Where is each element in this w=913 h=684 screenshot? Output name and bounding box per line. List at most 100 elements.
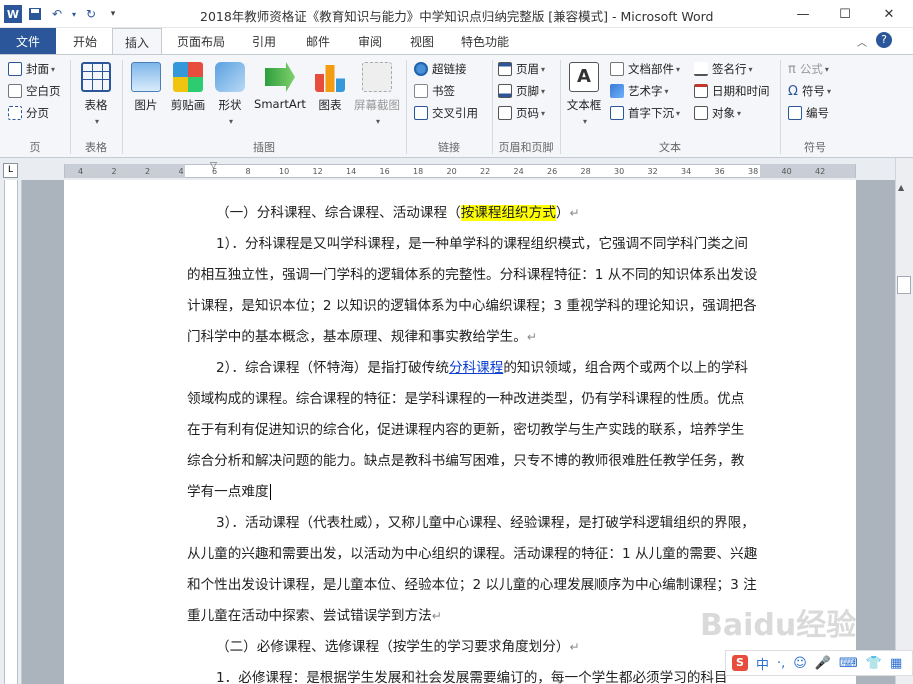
ime-punct[interactable]: ·, — [777, 656, 785, 671]
grid-icon[interactable]: ▦ — [890, 656, 902, 671]
header-button[interactable]: 页眉 ▾ — [498, 59, 545, 79]
picture-icon — [131, 62, 161, 92]
chart-icon — [315, 65, 345, 92]
ruler-tick-label: 32 — [647, 167, 658, 176]
para-line: 在于有利有促进知识的综合化，促进课程内容的更新，密切教学与生产实践的联系，培养学… — [187, 422, 745, 438]
date-time-button[interactable]: 日期和时间 — [694, 81, 770, 101]
footer-label: 页脚 — [516, 84, 539, 98]
clipart-button[interactable]: 剪贴画 — [166, 62, 210, 113]
ruler-tick-label: 30 — [614, 167, 625, 176]
chevron-down-icon: ▾ — [541, 108, 546, 118]
number-button[interactable]: 编号 — [788, 103, 829, 123]
signature-line-button[interactable]: 签名行 ▾ — [694, 59, 753, 79]
shapes-button[interactable]: 形状 ▾ — [210, 62, 250, 127]
vertical-scrollbar[interactable] — [895, 158, 913, 684]
hyperlink-text[interactable]: 分科课程 — [449, 360, 503, 376]
blank-page-button[interactable]: 空白页 — [8, 81, 61, 101]
keyboard-icon[interactable]: ⌨ — [839, 656, 858, 671]
group-label-illustrations: 插图 — [253, 141, 275, 154]
hyperlink-button[interactable]: 超链接 — [414, 59, 467, 79]
tab-review[interactable]: 审阅 — [346, 28, 394, 54]
para-line: 领域构成的课程。综合课程的特征：是学科课程的一种改进类型，仍有学科课程的性质。优… — [187, 391, 745, 407]
scroll-up-icon[interactable]: ▲ — [898, 183, 904, 192]
table-button[interactable]: 表格 ▾ — [74, 62, 118, 127]
signature-line-label: 签名行 — [712, 62, 747, 76]
bookmark-button[interactable]: 书签 — [414, 81, 455, 101]
wordart-button[interactable]: 艺术字 ▾ — [610, 81, 669, 101]
object-button[interactable]: 对象 ▾ — [694, 103, 741, 123]
chevron-down-icon: ▾ — [375, 117, 380, 126]
hyperlink-icon — [414, 62, 428, 76]
ruler-tick-label: 28 — [580, 167, 591, 176]
ime-toolbar[interactable]: S 中 ·, ☺ 🎤 ⌨ 👕 ▦ — [725, 650, 913, 676]
tab-references[interactable]: 引用 — [240, 28, 288, 54]
maximize-button[interactable]: ☐ — [823, 0, 867, 28]
cover-page-button[interactable]: 封面 ▾ — [8, 59, 55, 79]
scrollbar-thumb[interactable] — [897, 276, 911, 294]
ime-mode[interactable]: 中 — [756, 654, 769, 673]
date-time-label: 日期和时间 — [712, 84, 770, 98]
ruler-tick-label: 2 — [111, 167, 117, 176]
quick-parts-button[interactable]: 文档部件 ▾ — [610, 59, 680, 79]
vertical-ruler[interactable] — [4, 180, 18, 684]
chart-label: 图表 — [318, 98, 342, 112]
chevron-down-icon: ▾ — [737, 108, 742, 118]
tab-stop-selector[interactable]: L — [3, 163, 18, 178]
para-line: 3）．活动课程（代表杜威），又称儿童中心课程、经验课程，是打破学科逻辑组织的界限… — [216, 515, 755, 531]
tab-insert[interactable]: 插入 — [112, 28, 162, 55]
undo-icon[interactable]: ↶ — [48, 5, 66, 23]
save-icon[interactable] — [26, 5, 44, 23]
redo-icon[interactable]: ↻ — [82, 5, 100, 23]
cross-reference-label: 交叉引用 — [432, 106, 478, 120]
customize-qat-icon[interactable]: ▾ — [104, 5, 122, 23]
minimize-button[interactable]: — — [781, 0, 825, 28]
first-line-indent-marker[interactable]: ▽ — [210, 161, 217, 171]
footer-button[interactable]: 页脚 ▾ — [498, 81, 545, 101]
tab-view[interactable]: 视图 — [398, 28, 446, 54]
page-break-button[interactable]: 分页 — [8, 103, 49, 123]
textbox-button[interactable]: A 文本框 ▾ — [562, 62, 606, 127]
table-icon — [81, 62, 111, 92]
help-icon[interactable]: ? — [876, 32, 892, 48]
ruler-tick-label: 24 — [513, 167, 524, 176]
close-button[interactable]: ✕ — [867, 0, 911, 28]
tab-mailings[interactable]: 邮件 — [294, 28, 342, 54]
tab-file[interactable]: 文件 — [0, 28, 56, 54]
ruler-tick-label: 4 — [178, 167, 184, 176]
microphone-icon[interactable]: 🎤 — [815, 656, 831, 671]
sogou-logo-icon: S — [732, 655, 748, 671]
paragraph-mark-icon: ↵ — [431, 609, 442, 623]
picture-button[interactable]: 图片 — [126, 62, 166, 113]
page-break-icon — [8, 106, 22, 120]
equation-button[interactable]: π 公式 ▾ — [788, 59, 829, 79]
ruler-tick-label: 4 — [78, 167, 84, 176]
tab-features[interactable]: 特色功能 — [452, 28, 518, 54]
word-icon[interactable]: W — [4, 5, 22, 23]
para-line: 和个性出发设计课程，是儿童本位、经验本位；2 以儿童的心理发展顺序为中心编制课程… — [187, 577, 757, 593]
ribbon-minimize-icon[interactable]: ︿ — [857, 34, 867, 49]
ruler-tick-label: 10 — [279, 167, 290, 176]
undo-dropdown-icon[interactable]: ▾ — [70, 5, 78, 23]
chart-button[interactable]: 图表 — [310, 62, 350, 113]
tab-page-layout[interactable]: 页面布局 — [168, 28, 234, 54]
symbol-button[interactable]: Ω 符号 ▾ — [788, 81, 831, 101]
page-number-label: 页码 — [516, 106, 539, 120]
para-line: 的相互独立性，强调一门学科的逻辑体系的完整性。分科课程特征：1 从不同的知识体系… — [187, 267, 758, 283]
group-label-pages: 页 — [29, 141, 41, 154]
para-line: 重儿童在活动中探索、尝试错误学到方法↵ — [187, 608, 442, 624]
group-label-text: 文本 — [659, 141, 681, 154]
smartart-button[interactable]: SmartArt — [250, 62, 310, 111]
clothes-icon[interactable]: 👕 — [866, 656, 882, 671]
group-label-symbols: 符号 — [804, 141, 826, 154]
tab-home[interactable]: 开始 — [60, 28, 110, 54]
calendar-icon — [694, 84, 708, 98]
page-number-button[interactable]: 页码 ▾ — [498, 103, 545, 123]
screenshot-button[interactable]: 屏幕截图 ▾ — [350, 62, 404, 127]
emoji-icon[interactable]: ☺ — [793, 656, 807, 671]
textbox-label: 文本框 — [566, 98, 602, 112]
ruler-tick-label: 18 — [413, 167, 424, 176]
cross-reference-button[interactable]: 交叉引用 — [414, 103, 478, 123]
screenshot-label: 屏幕截图 — [354, 98, 400, 112]
dropcap-button[interactable]: 首字下沉 ▾ — [610, 103, 680, 123]
picture-label: 图片 — [134, 98, 158, 112]
